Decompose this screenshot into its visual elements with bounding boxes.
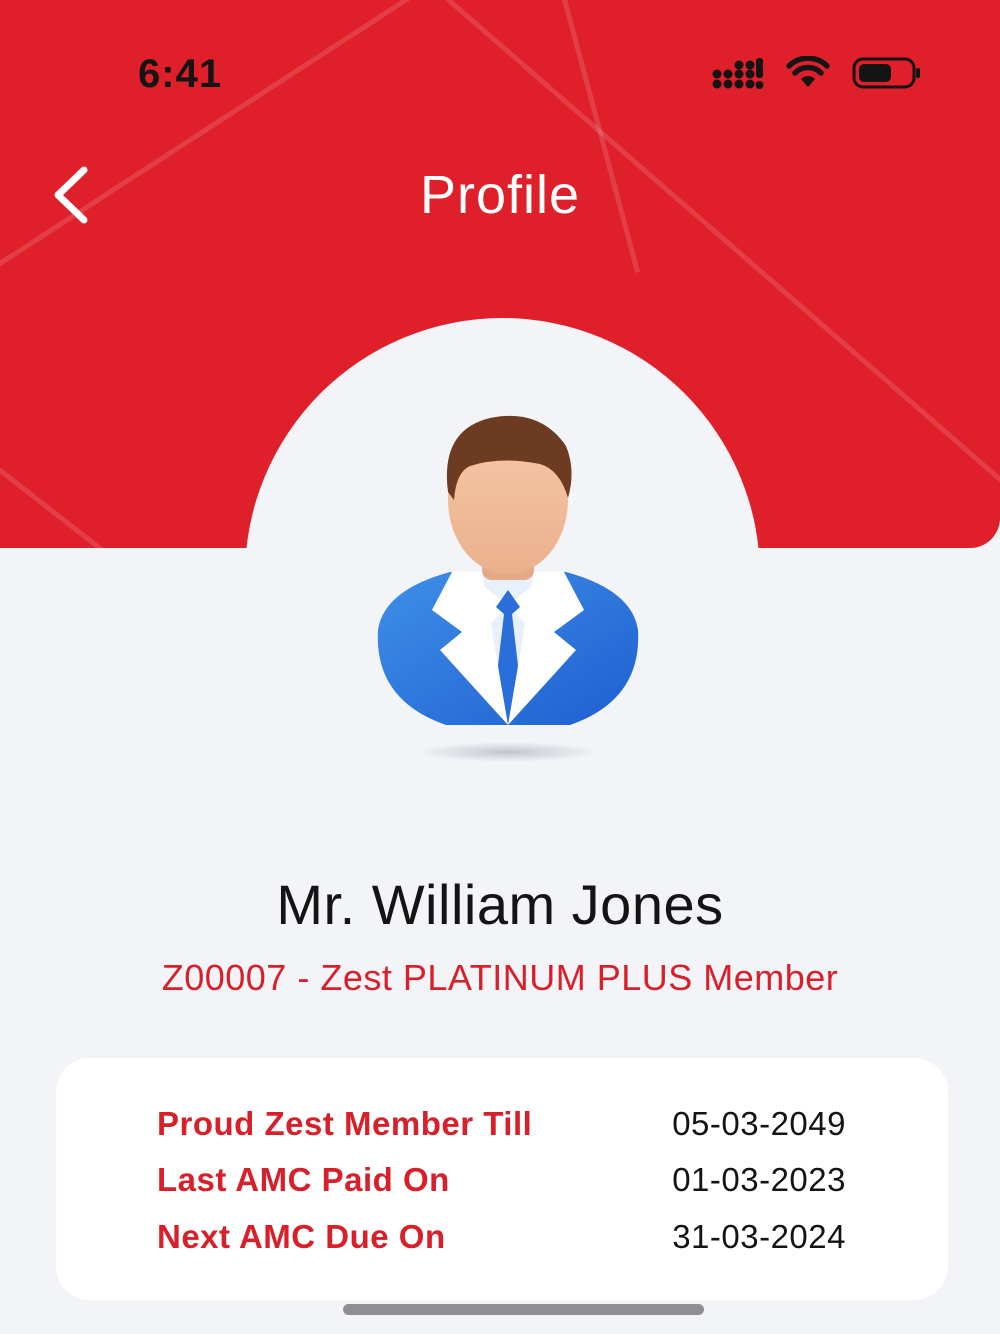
detail-label: Last AMC Paid On xyxy=(157,1161,450,1198)
status-bar: 6:41 xyxy=(0,0,1000,150)
detail-value: 31-03-2024 xyxy=(672,1218,846,1255)
cellular-signal-icon xyxy=(712,58,764,89)
page-title: Profile xyxy=(419,165,581,225)
detail-row-next-amc: Next AMC Due On 31-03-2024 xyxy=(56,1218,948,1258)
detail-value: 01-03-2023 xyxy=(672,1161,846,1198)
detail-row-last-amc: Last AMC Paid On 01-03-2023 xyxy=(56,1161,948,1201)
home-indicator[interactable] xyxy=(343,1304,704,1315)
detail-label: Next AMC Due On xyxy=(157,1218,446,1255)
membership-details-card: Proud Zest Member Till 05-03-2049 Last A… xyxy=(56,1058,948,1300)
status-icons xyxy=(712,56,922,90)
businessman-avatar-icon xyxy=(377,415,639,762)
battery-icon xyxy=(852,57,920,89)
detail-row-member-till: Proud Zest Member Till 05-03-2049 xyxy=(56,1105,948,1145)
detail-value: 05-03-2049 xyxy=(672,1105,846,1142)
wifi-icon xyxy=(786,56,830,87)
user-name: Mr. William Jones xyxy=(276,873,724,936)
membership-id: Z00007 - Zest PLATINUM PLUS Member xyxy=(161,957,839,998)
status-time: 6:41 xyxy=(138,52,223,96)
header-decoration xyxy=(0,460,118,548)
detail-label: Proud Zest Member Till xyxy=(157,1105,533,1142)
